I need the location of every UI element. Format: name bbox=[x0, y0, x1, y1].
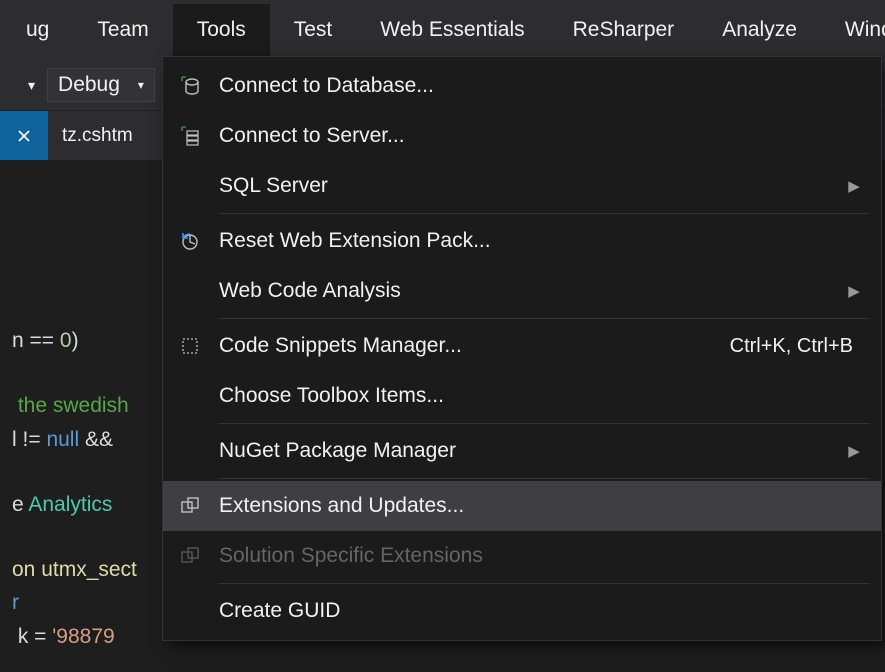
menu-debug[interactable]: ug bbox=[2, 4, 73, 56]
menu-separator bbox=[219, 478, 869, 479]
chevron-right-icon: ▶ bbox=[845, 177, 863, 195]
config-label: Debug bbox=[58, 73, 120, 97]
editor-tab[interactable]: tz.cshtm bbox=[48, 111, 147, 160]
tab-label: tz.cshtm bbox=[62, 125, 133, 147]
chevron-right-icon: ▶ bbox=[845, 442, 863, 460]
menu-web-essentials[interactable]: Web Essentials bbox=[356, 4, 548, 56]
menu-choose-toolbox[interactable]: Choose Toolbox Items... bbox=[163, 371, 881, 421]
menu-resharper[interactable]: ReSharper bbox=[549, 4, 699, 56]
menu-separator bbox=[219, 318, 869, 319]
tools-menu: Connect to Database... Connect to Server… bbox=[162, 56, 882, 641]
menu-window[interactable]: Windo bbox=[821, 4, 885, 56]
db-icon bbox=[169, 75, 211, 97]
solution-config-dropdown[interactable]: Debug ▾ bbox=[47, 68, 155, 102]
menu-reset-web-ext[interactable]: Reset Web Extension Pack... bbox=[163, 216, 881, 266]
menu-nuget[interactable]: NuGet Package Manager ▶ bbox=[163, 426, 881, 476]
menu-solution-extensions: Solution Specific Extensions bbox=[163, 531, 881, 581]
menu-separator bbox=[219, 583, 869, 584]
menu-separator bbox=[219, 423, 869, 424]
close-icon bbox=[16, 128, 32, 144]
menu-team[interactable]: Team bbox=[73, 4, 172, 56]
menu-analyze[interactable]: Analyze bbox=[698, 4, 821, 56]
extensions-icon bbox=[169, 495, 211, 517]
tab-close-button[interactable] bbox=[0, 111, 48, 160]
menu-web-code-analysis[interactable]: Web Code Analysis ▶ bbox=[163, 266, 881, 316]
menu-code-snippets[interactable]: Code Snippets Manager... Ctrl+K, Ctrl+B bbox=[163, 321, 881, 371]
menubar: ug Team Tools Test Web Essentials ReShar… bbox=[0, 0, 885, 60]
snippets-icon bbox=[169, 335, 211, 357]
menu-separator bbox=[219, 213, 869, 214]
chevron-down-icon: ▾ bbox=[138, 78, 144, 92]
sln-ext-icon bbox=[169, 545, 211, 567]
toolbar-overflow-icon[interactable]: ▾ bbox=[0, 77, 43, 94]
chevron-right-icon: ▶ bbox=[845, 282, 863, 300]
menu-extensions-updates[interactable]: Extensions and Updates... bbox=[163, 481, 881, 531]
menu-tools[interactable]: Tools bbox=[173, 4, 270, 56]
menu-connect-database[interactable]: Connect to Database... bbox=[163, 61, 881, 111]
server-icon bbox=[169, 125, 211, 147]
menu-test[interactable]: Test bbox=[270, 4, 357, 56]
shortcut-label: Ctrl+K, Ctrl+B bbox=[730, 335, 863, 358]
menu-sql-server[interactable]: SQL Server ▶ bbox=[163, 161, 881, 211]
menu-create-guid[interactable]: Create GUID bbox=[163, 586, 881, 636]
menu-connect-server[interactable]: Connect to Server... bbox=[163, 111, 881, 161]
reset-icon bbox=[169, 230, 211, 252]
